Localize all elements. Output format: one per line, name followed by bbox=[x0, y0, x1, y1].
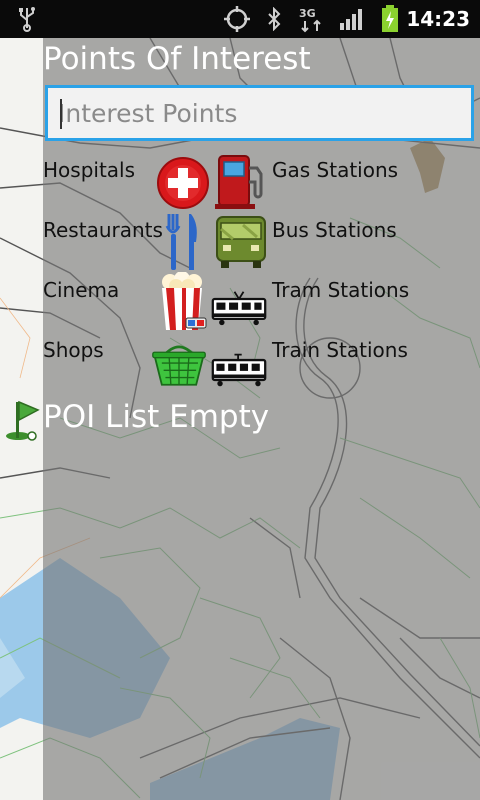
fork-knife-icon[interactable] bbox=[155, 214, 211, 270]
text-cursor bbox=[60, 99, 62, 129]
data-3g-icon: 3G bbox=[296, 0, 328, 38]
gps-icon bbox=[222, 0, 252, 38]
shopping-basket-icon[interactable] bbox=[151, 336, 207, 392]
clock: 14:23 bbox=[406, 7, 470, 31]
poi-panel: Points Of Interest Hospitals Gas Station… bbox=[43, 38, 480, 800]
svg-text:3G: 3G bbox=[299, 7, 316, 20]
search-box[interactable] bbox=[45, 85, 474, 141]
status-bar: 3G 14:23 bbox=[0, 0, 480, 38]
page-title: Points Of Interest bbox=[43, 41, 311, 77]
popcorn-icon[interactable] bbox=[155, 272, 211, 330]
hospital-icon[interactable] bbox=[155, 155, 211, 211]
tram-icon[interactable] bbox=[211, 280, 267, 336]
gas-pump-icon[interactable] bbox=[213, 152, 269, 209]
category-bus-stations-label[interactable]: Bus Stations bbox=[272, 218, 397, 242]
category-train-stations-label[interactable]: Train Stations bbox=[272, 338, 408, 362]
train-icon[interactable] bbox=[211, 342, 267, 398]
category-tram-stations-label[interactable]: Tram Stations bbox=[272, 278, 409, 302]
flag-icon[interactable] bbox=[4, 398, 40, 442]
search-input[interactable] bbox=[48, 88, 471, 138]
category-cinema-label[interactable]: Cinema bbox=[43, 278, 119, 302]
signal-icon bbox=[338, 0, 366, 38]
category-hospitals-label[interactable]: Hospitals bbox=[43, 158, 135, 182]
battery-charging-icon bbox=[378, 0, 402, 38]
bus-icon[interactable] bbox=[213, 214, 269, 270]
category-gas-stations-label[interactable]: Gas Stations bbox=[272, 158, 398, 182]
poi-list-empty-message: POI List Empty bbox=[43, 399, 270, 435]
usb-icon bbox=[14, 0, 40, 38]
bluetooth-icon bbox=[263, 0, 285, 38]
category-restaurants-label[interactable]: Restaurants bbox=[43, 218, 163, 242]
category-shops-label[interactable]: Shops bbox=[43, 338, 104, 362]
